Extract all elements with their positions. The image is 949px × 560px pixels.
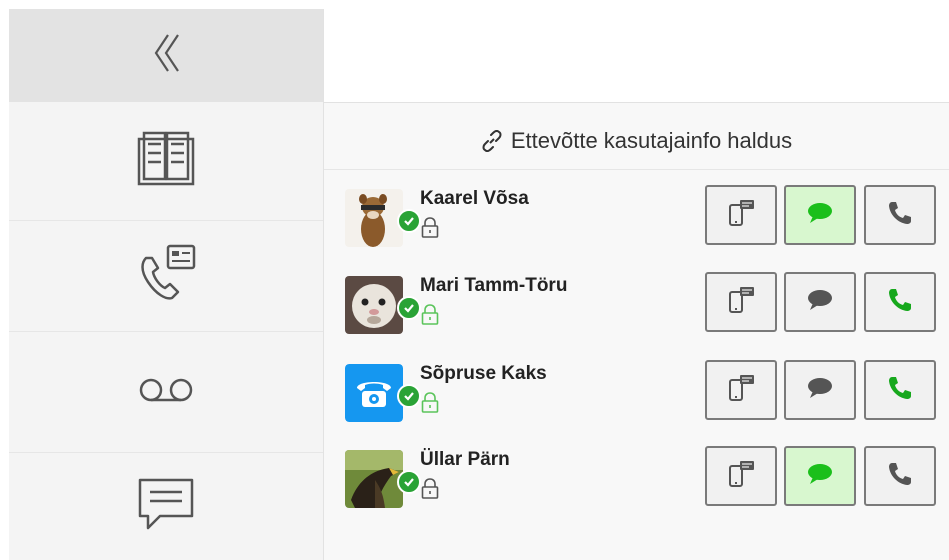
page-title: Ettevõtte kasutajainfo haldus	[510, 128, 793, 153]
double-chevron-left-icon	[150, 31, 182, 80]
send-sms-button[interactable]	[705, 446, 777, 506]
call-log-icon	[134, 242, 198, 311]
presence-online-icon	[397, 384, 421, 408]
sms-phone-icon	[726, 285, 756, 320]
phone-icon	[886, 286, 914, 319]
voicemail-icon	[136, 375, 196, 410]
avatar[interactable]	[345, 189, 403, 247]
collapse-sidebar-button[interactable]	[9, 9, 323, 102]
chat-button[interactable]	[784, 360, 856, 420]
sidebar	[9, 9, 324, 560]
sidebar-item-messages[interactable]	[9, 453, 323, 559]
chat-button[interactable]	[784, 272, 856, 332]
phone-icon	[886, 460, 914, 493]
main-panel: Ettevõtte kasutajainfo haldus Kaarel Võs…	[324, 103, 949, 560]
call-button[interactable]	[864, 446, 936, 506]
phone-icon	[886, 199, 914, 232]
sidebar-item-voicemail[interactable]	[9, 332, 323, 453]
sms-phone-icon	[726, 198, 756, 233]
link-icon	[481, 130, 503, 152]
avatar[interactable]	[345, 276, 403, 334]
unlocked-icon	[420, 392, 440, 419]
call-button[interactable]	[864, 360, 936, 420]
send-sms-button[interactable]	[705, 185, 777, 245]
sms-phone-icon	[726, 459, 756, 494]
contact-name: Sõpruse Kaks	[420, 363, 547, 384]
phonebook-icon	[136, 129, 196, 194]
lock-icon	[420, 217, 440, 244]
contact-name: Üllar Pärn	[420, 449, 510, 470]
contact-row: Mari Tamm-Töru	[324, 270, 949, 358]
top-bar	[324, 9, 949, 103]
contact-row: Sõpruse Kaks	[324, 358, 949, 446]
contact-name: Mari Tamm-Töru	[420, 275, 568, 296]
contact-row: Üllar Pärn	[324, 444, 949, 532]
sidebar-item-calls[interactable]	[9, 221, 323, 332]
chat-icon	[805, 201, 835, 230]
chat-icon	[805, 462, 835, 491]
chat-icon	[805, 376, 835, 405]
call-button[interactable]	[864, 272, 936, 332]
contact-row: Kaarel Võsa	[324, 183, 949, 271]
call-button[interactable]	[864, 185, 936, 245]
send-sms-button[interactable]	[705, 272, 777, 332]
lock-icon	[420, 478, 440, 505]
avatar[interactable]	[345, 364, 403, 422]
avatar[interactable]	[345, 450, 403, 508]
chat-button[interactable]	[784, 185, 856, 245]
presence-online-icon	[397, 296, 421, 320]
sms-phone-icon	[726, 373, 756, 408]
panel-header: Ettevõtte kasutajainfo haldus	[324, 103, 949, 170]
presence-online-icon	[397, 470, 421, 494]
chat-button[interactable]	[784, 446, 856, 506]
phone-icon	[886, 374, 914, 407]
send-sms-button[interactable]	[705, 360, 777, 420]
chat-icon	[805, 288, 835, 317]
contact-name: Kaarel Võsa	[420, 188, 529, 209]
presence-online-icon	[397, 209, 421, 233]
chat-bubble-icon	[136, 474, 196, 539]
unlocked-icon	[420, 304, 440, 331]
sidebar-item-phonebook[interactable]	[9, 102, 323, 221]
